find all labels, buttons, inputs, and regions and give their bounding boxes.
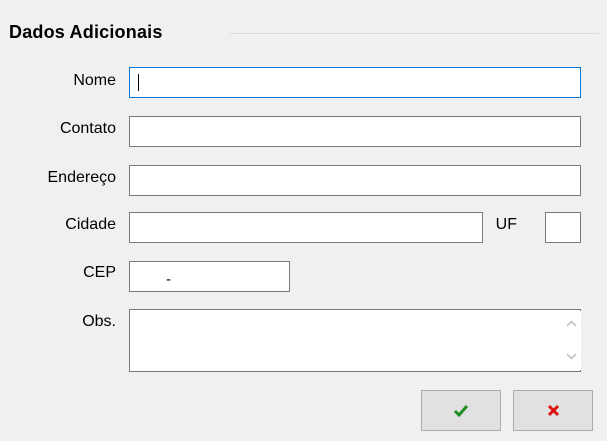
uf-input[interactable] [545, 212, 581, 243]
cancel-button[interactable] [513, 390, 593, 431]
contato-input[interactable] [129, 116, 581, 147]
nome-input[interactable] [129, 67, 581, 98]
endereco-label: Endereço [47, 169, 117, 186]
group-divider [230, 33, 599, 34]
check-icon [453, 404, 469, 417]
close-icon [547, 404, 559, 417]
scroll-up-icon[interactable] [565, 317, 578, 331]
group-title: Dados Adicionais [9, 22, 169, 43]
obs-textarea[interactable] [129, 309, 581, 372]
nome-label: Nome [73, 72, 116, 89]
cidade-label: Cidade [65, 216, 116, 233]
scroll-down-icon[interactable] [565, 349, 578, 363]
text-caret [138, 74, 139, 91]
cep-input[interactable] [129, 261, 290, 292]
endereco-input[interactable] [129, 165, 581, 196]
contato-label: Contato [59, 120, 116, 137]
obs-scrollbar[interactable] [562, 311, 581, 370]
cep-label: CEP [83, 264, 116, 281]
uf-label: UF [495, 216, 517, 233]
obs-label: Obs. [82, 313, 116, 330]
confirm-button[interactable] [421, 390, 501, 431]
